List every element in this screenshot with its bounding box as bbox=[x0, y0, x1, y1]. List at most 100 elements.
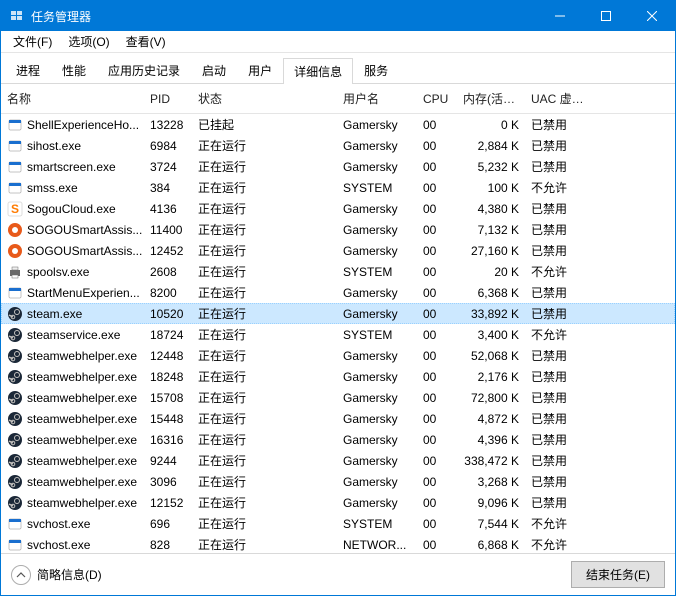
cell-uac: 不允许 bbox=[525, 263, 595, 280]
cell-pid: 18248 bbox=[144, 370, 192, 384]
table-row[interactable]: ShellExperienceHo...13228已挂起Gamersky000 … bbox=[1, 114, 675, 135]
cell-pid: 13228 bbox=[144, 118, 192, 132]
table-row[interactable]: svchost.exe696正在运行SYSTEM007,544 K不允许 bbox=[1, 513, 675, 534]
cell-uac: 已禁用 bbox=[525, 137, 595, 154]
cell-user: Gamersky bbox=[337, 307, 417, 321]
cell-status: 正在运行 bbox=[192, 305, 337, 322]
minimize-button[interactable] bbox=[537, 1, 583, 31]
end-task-button[interactable]: 结束任务(E) bbox=[571, 561, 665, 588]
cell-cpu: 00 bbox=[417, 328, 457, 342]
process-icon bbox=[7, 348, 23, 364]
cell-status: 正在运行 bbox=[192, 389, 337, 406]
process-name: steamwebhelper.exe bbox=[27, 370, 137, 384]
cell-cpu: 00 bbox=[417, 538, 457, 552]
cell-name: ShellExperienceHo... bbox=[1, 117, 144, 133]
column-header-6[interactable]: UAC 虚拟化 bbox=[525, 90, 595, 107]
table-row[interactable]: SSogouCloud.exe4136正在运行Gamersky004,380 K… bbox=[1, 198, 675, 219]
table-row[interactable]: steamwebhelper.exe16316正在运行Gamersky004,3… bbox=[1, 429, 675, 450]
table-row[interactable]: smartscreen.exe3724正在运行Gamersky005,232 K… bbox=[1, 156, 675, 177]
cell-memory: 9,096 K bbox=[457, 496, 525, 510]
tab-3[interactable]: 启动 bbox=[191, 57, 237, 83]
table-row[interactable]: SOGOUSmartAssis...11400正在运行Gamersky007,1… bbox=[1, 219, 675, 240]
table-row[interactable]: spoolsv.exe2608正在运行SYSTEM0020 K不允许 bbox=[1, 261, 675, 282]
cell-cpu: 00 bbox=[417, 118, 457, 132]
cell-cpu: 00 bbox=[417, 412, 457, 426]
menu-item-1[interactable]: 选项(O) bbox=[60, 31, 117, 52]
table-row[interactable]: steamwebhelper.exe12448正在运行Gamersky0052,… bbox=[1, 345, 675, 366]
tab-6[interactable]: 服务 bbox=[353, 57, 399, 83]
app-icon bbox=[9, 8, 25, 24]
cell-memory: 2,884 K bbox=[457, 139, 525, 153]
table-row[interactable]: steamwebhelper.exe15708正在运行Gamersky0072,… bbox=[1, 387, 675, 408]
table-row[interactable]: svchost.exe828正在运行NETWOR...006,868 K不允许 bbox=[1, 534, 675, 553]
cell-pid: 696 bbox=[144, 517, 192, 531]
cell-name: steamwebhelper.exe bbox=[1, 348, 144, 364]
table-row[interactable]: steamwebhelper.exe3096正在运行Gamersky003,26… bbox=[1, 471, 675, 492]
cell-uac: 已禁用 bbox=[525, 368, 595, 385]
cell-uac: 已禁用 bbox=[525, 452, 595, 469]
process-icon bbox=[7, 264, 23, 280]
table-row[interactable]: steamwebhelper.exe15448正在运行Gamersky004,8… bbox=[1, 408, 675, 429]
cell-pid: 3096 bbox=[144, 475, 192, 489]
table-row[interactable]: steamwebhelper.exe9244正在运行Gamersky00338,… bbox=[1, 450, 675, 471]
cell-pid: 12152 bbox=[144, 496, 192, 510]
process-name: steamservice.exe bbox=[27, 328, 120, 342]
fewer-details-label[interactable]: 简略信息(D) bbox=[37, 566, 102, 583]
cell-name: steamwebhelper.exe bbox=[1, 432, 144, 448]
cell-cpu: 00 bbox=[417, 307, 457, 321]
column-header-2[interactable]: 状态 bbox=[192, 90, 337, 107]
cell-status: 正在运行 bbox=[192, 452, 337, 469]
cell-pid: 16316 bbox=[144, 433, 192, 447]
process-name: SOGOUSmartAssis... bbox=[27, 244, 142, 258]
column-header-5[interactable]: 内存(活动... bbox=[457, 90, 525, 107]
process-name: smartscreen.exe bbox=[27, 160, 116, 174]
maximize-button[interactable] bbox=[583, 1, 629, 31]
table-row[interactable]: StartMenuExperien...8200正在运行Gamersky006,… bbox=[1, 282, 675, 303]
cell-user: SYSTEM bbox=[337, 328, 417, 342]
tab-2[interactable]: 应用历史记录 bbox=[97, 57, 191, 83]
table-row[interactable]: steamwebhelper.exe12152正在运行Gamersky009,0… bbox=[1, 492, 675, 513]
cell-memory: 338,472 K bbox=[457, 454, 525, 468]
cell-cpu: 00 bbox=[417, 496, 457, 510]
cell-memory: 4,872 K bbox=[457, 412, 525, 426]
close-button[interactable] bbox=[629, 1, 675, 31]
process-icon bbox=[7, 222, 23, 238]
menu-item-0[interactable]: 文件(F) bbox=[5, 31, 60, 52]
table-row[interactable]: smss.exe384正在运行SYSTEM00100 K不允许 bbox=[1, 177, 675, 198]
cell-name: spoolsv.exe bbox=[1, 264, 144, 280]
process-icon bbox=[7, 306, 23, 322]
table-body[interactable]: ShellExperienceHo...13228已挂起Gamersky000 … bbox=[1, 114, 675, 553]
process-name: steamwebhelper.exe bbox=[27, 391, 137, 405]
process-icon bbox=[7, 138, 23, 154]
cell-uac: 不允许 bbox=[525, 536, 595, 553]
cell-memory: 0 K bbox=[457, 118, 525, 132]
table-row[interactable]: steamwebhelper.exe18248正在运行Gamersky002,1… bbox=[1, 366, 675, 387]
menu-item-2[interactable]: 查看(V) bbox=[118, 31, 174, 52]
cell-memory: 20 K bbox=[457, 265, 525, 279]
cell-pid: 3724 bbox=[144, 160, 192, 174]
cell-memory: 5,232 K bbox=[457, 160, 525, 174]
column-header-0[interactable]: 名称 bbox=[1, 90, 144, 107]
cell-cpu: 00 bbox=[417, 454, 457, 468]
cell-uac: 已禁用 bbox=[525, 242, 595, 259]
tab-5[interactable]: 详细信息 bbox=[283, 58, 353, 84]
table-row[interactable]: steam.exe10520正在运行Gamersky0033,892 K已禁用 bbox=[1, 303, 675, 324]
tab-4[interactable]: 用户 bbox=[237, 57, 283, 83]
cell-user: SYSTEM bbox=[337, 517, 417, 531]
table-row[interactable]: sihost.exe6984正在运行Gamersky002,884 K已禁用 bbox=[1, 135, 675, 156]
table-row[interactable]: steamservice.exe18724正在运行SYSTEM003,400 K… bbox=[1, 324, 675, 345]
process-icon bbox=[7, 537, 23, 553]
cell-name: SSogouCloud.exe bbox=[1, 201, 144, 217]
process-name: svchost.exe bbox=[27, 517, 90, 531]
cell-name: StartMenuExperien... bbox=[1, 285, 144, 301]
tab-0[interactable]: 进程 bbox=[5, 57, 51, 83]
fewer-details-toggle[interactable] bbox=[11, 565, 31, 585]
column-header-1[interactable]: PID bbox=[144, 92, 192, 106]
cell-cpu: 00 bbox=[417, 433, 457, 447]
tab-1[interactable]: 性能 bbox=[51, 57, 97, 83]
column-header-4[interactable]: CPU bbox=[417, 92, 457, 106]
column-header-3[interactable]: 用户名 bbox=[337, 90, 417, 107]
table-row[interactable]: SOGOUSmartAssis...12452正在运行Gamersky0027,… bbox=[1, 240, 675, 261]
cell-user: Gamersky bbox=[337, 202, 417, 216]
process-name: steam.exe bbox=[27, 307, 82, 321]
